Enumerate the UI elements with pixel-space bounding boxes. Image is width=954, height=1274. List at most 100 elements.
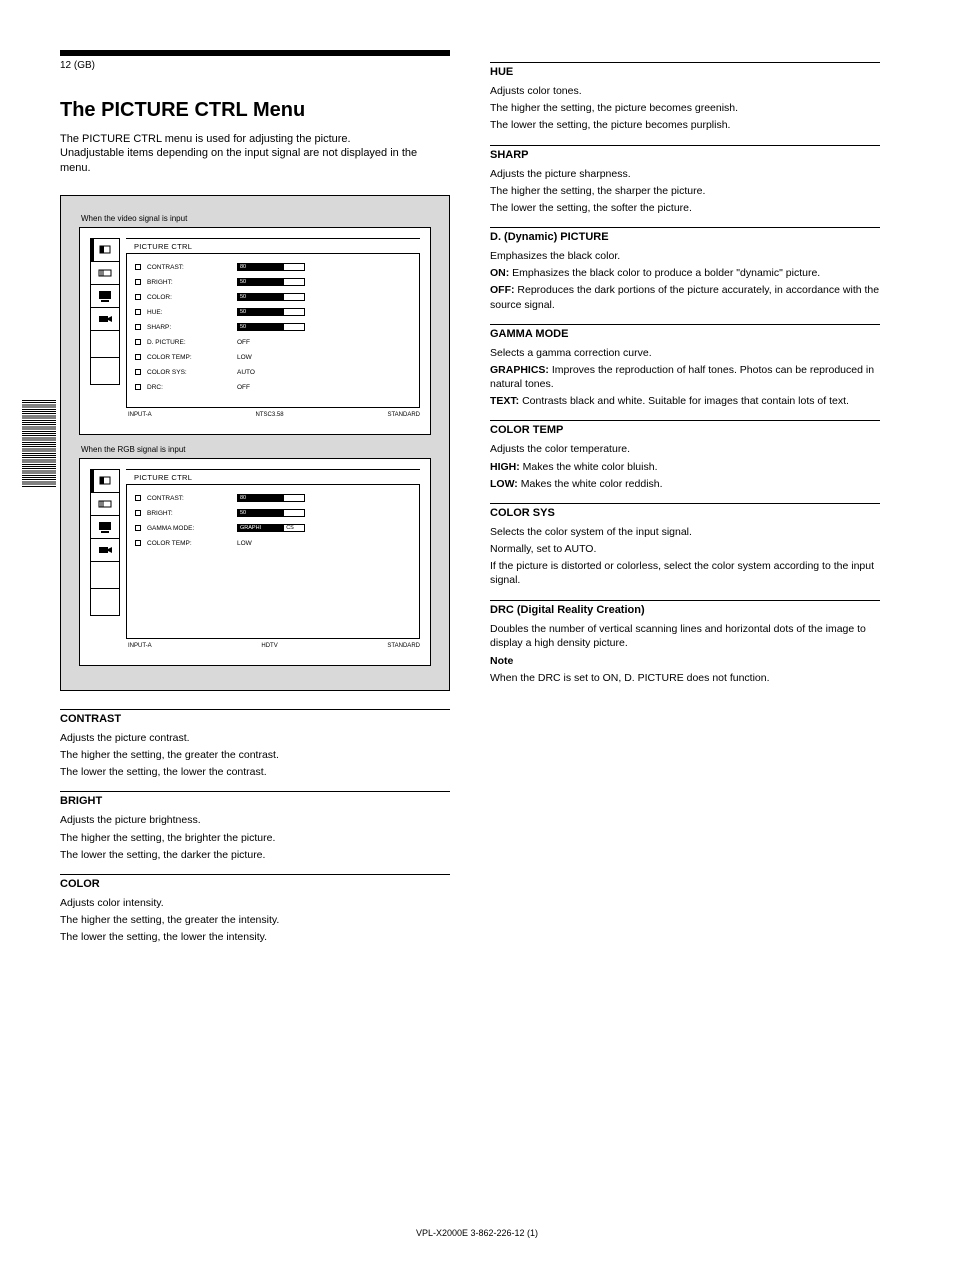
osd-value-bar: 50	[237, 293, 305, 301]
osd-footer-sys: HDTV	[261, 643, 277, 649]
spec-heading: COLOR TEMP	[490, 420, 880, 436]
spec-text: The lower the setting, the softer the pi…	[490, 201, 880, 215]
bullet-icon	[135, 525, 141, 531]
screen-caption: When the RGB signal is input	[81, 445, 431, 454]
spec-text: GRAPHICS: Improves the reproduction of h…	[490, 363, 880, 391]
osd-item-label: CONTRAST:	[147, 495, 237, 502]
osd-menu-row: CONTRAST:80	[135, 260, 411, 275]
osd-item-label: CONTRAST:	[147, 264, 237, 271]
menu-icon-picture	[90, 469, 120, 493]
screen-caption: When the video signal is input	[81, 214, 431, 223]
spec-text: Selects the color system of the input si…	[490, 525, 880, 539]
osd-menu-row: CONTRAST:80	[135, 491, 411, 506]
spec-text: The higher the setting, the sharper the …	[490, 184, 880, 198]
osd-panel-title: PICTURE CTRL	[134, 473, 420, 482]
spec-text: Adjusts the picture sharpness.	[490, 167, 880, 181]
spec-text: The lower the setting, the lower the int…	[60, 930, 450, 944]
spec-heading: COLOR SYS	[490, 503, 880, 519]
osd-value-bar: GRAPHICS	[237, 524, 305, 532]
spec-text: Note	[490, 654, 880, 668]
osd-item-value: AUTO	[237, 369, 255, 376]
osd-menu-row: BRIGHT:50	[135, 275, 411, 290]
spec-text: If the picture is distorted or colorless…	[490, 559, 880, 587]
osd-item-value: OFF	[237, 339, 250, 346]
osd-panel-title: PICTURE CTRL	[134, 242, 420, 251]
bullet-icon	[135, 510, 141, 516]
bullet-icon	[135, 354, 141, 360]
osd-item-label: HUE:	[147, 309, 237, 316]
osd-item-label: COLOR SYS:	[147, 369, 237, 376]
bullet-icon	[135, 384, 141, 390]
spec-heading: SHARP	[490, 145, 880, 161]
spec-section: SHARP Adjusts the picture sharpness. The h…	[490, 145, 880, 216]
spec-section: BRIGHTAdjusts the picture brightness.The…	[60, 791, 450, 862]
osd-item-value: OFF	[237, 384, 250, 391]
osd-item-label: GAMMA MODE:	[147, 525, 237, 532]
spec-text: Selects a gamma correction curve.	[490, 346, 880, 360]
spec-text: Adjusts color tones.	[490, 84, 880, 98]
osd-menu-row: DRC:OFF	[135, 380, 411, 395]
spec-section: D. (Dynamic) PICTURE Emphasizes the black…	[490, 227, 880, 312]
spec-text: LOW: Makes the white color reddish.	[490, 477, 880, 491]
spec-text: OFF: Reproduces the dark portions of the…	[490, 283, 880, 311]
spec-heading: CONTRAST	[60, 709, 450, 725]
osd-value-bar: 50	[237, 509, 305, 517]
osd-item-label: COLOR TEMP:	[147, 354, 237, 361]
osd-menu-row: HUE:50	[135, 305, 411, 320]
spec-text: Adjusts the picture brightness.	[60, 813, 450, 827]
bullet-icon	[135, 264, 141, 270]
osd-value-bar: 50	[237, 323, 305, 331]
spec-text: HIGH: Makes the white color bluish.	[490, 460, 880, 474]
osd-item-label: COLOR TEMP:	[147, 540, 237, 547]
osd-menu-row: COLOR:50	[135, 290, 411, 305]
osd-menu-row: D. PICTURE:OFF	[135, 335, 411, 350]
menu-icon-set	[90, 515, 120, 539]
spec-text: Adjusts the picture contrast.	[60, 731, 450, 745]
osd-value-bar: 50	[237, 278, 305, 286]
bullet-icon	[135, 294, 141, 300]
menu-icon-blank	[90, 588, 120, 616]
osd-item-value: LOW	[237, 540, 252, 547]
osd-footer-mode: STANDARD	[387, 412, 420, 418]
bullet-icon	[135, 324, 141, 330]
osd-item-label: D. PICTURE:	[147, 339, 237, 346]
menu-icon-input	[90, 492, 120, 516]
spec-text: The higher the setting, the picture beco…	[490, 101, 880, 115]
bullet-icon	[135, 339, 141, 345]
osd-footer-sys: NTSC3.58	[256, 412, 284, 418]
osd-item-label: BRIGHT:	[147, 510, 237, 517]
spec-section: DRC (Digital Reality Creation)Doubles th…	[490, 600, 880, 686]
spec-text: The lower the setting, the darker the pi…	[60, 848, 450, 862]
menu-icon-blank	[90, 357, 120, 385]
spec-text: The lower the setting, the picture becom…	[490, 118, 880, 132]
menu-icon-install	[90, 307, 120, 331]
spec-text: The higher the setting, the greater the …	[60, 748, 450, 762]
osd-item-label: BRIGHT:	[147, 279, 237, 286]
osd-screen-rgb: PICTURE CTRL CONTRAST:80 BRIGHT:50 GAMMA M…	[79, 458, 431, 666]
osd-item-label: COLOR:	[147, 294, 237, 301]
spec-text: TEXT: Contrasts black and white. Suitabl…	[490, 394, 880, 408]
section-tab-marker	[22, 400, 56, 488]
menu-icon-set	[90, 284, 120, 308]
osd-value-bar: 80	[237, 263, 305, 271]
bullet-icon	[135, 279, 141, 285]
osd-item-value: LOW	[237, 354, 252, 361]
screenshots-panel: When the video signal is input PICTURE C…	[60, 195, 450, 691]
menu-icon-input	[90, 261, 120, 285]
osd-value-bar: 80	[237, 494, 305, 502]
spec-text: Adjusts the color temperature.	[490, 442, 880, 456]
spec-text: The lower the setting, the lower the con…	[60, 765, 450, 779]
spec-text: When the DRC is set to ON, D. PICTURE do…	[490, 671, 880, 685]
osd-item-label: SHARP:	[147, 324, 237, 331]
bullet-icon	[135, 495, 141, 501]
spec-text: The higher the setting, the brighter the…	[60, 831, 450, 845]
osd-footer-input: INPUT-A	[128, 643, 152, 649]
spec-text: Normally, set to AUTO.	[490, 542, 880, 556]
spec-heading: D. (Dynamic) PICTURE	[490, 227, 880, 243]
menu-icon-install	[90, 538, 120, 562]
spec-text: Emphasizes the black color.	[490, 249, 880, 263]
spec-section: COLOR SYS Selects the color system of the…	[490, 503, 880, 588]
header-rule	[60, 50, 450, 56]
page-subtitle: The PICTURE CTRL menu is used for adjust…	[60, 132, 450, 175]
spec-text: Doubles the number of vertical scanning …	[490, 622, 880, 650]
